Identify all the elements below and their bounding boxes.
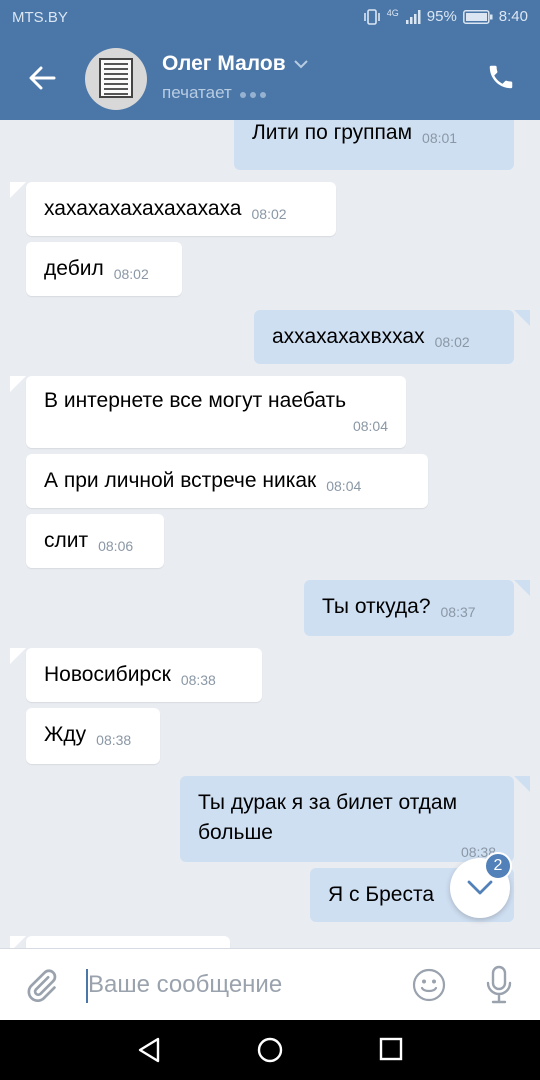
unread-badge: 2 [484, 852, 512, 880]
bubble-tail [10, 648, 26, 664]
message-text: Ты дурак я за билет отдам больше [198, 791, 458, 844]
message-time: 08:02 [251, 206, 287, 222]
message-outgoing[interactable]: Ты откуда? 08:37 [304, 580, 514, 636]
message-text: Я с Бреста [328, 883, 435, 906]
bubble-tail [10, 376, 26, 392]
chevron-down-icon [467, 880, 493, 895]
message-time: 08:04 [326, 478, 362, 494]
message-text: аххахахахвххах [272, 325, 425, 348]
network-type: 4G [386, 8, 399, 18]
back-arrow-icon [29, 66, 56, 90]
typing-status: печатает [162, 83, 270, 103]
paperclip-icon [27, 969, 57, 1002]
message-text: Новосибирск [44, 663, 171, 686]
avatar-picture [99, 58, 133, 98]
message-time: 08:38 [460, 844, 496, 860]
message-text: А при личной встрече никак [44, 469, 317, 492]
back-icon [138, 1037, 160, 1063]
message-incoming[interactable]: А при личной встрече никак 08:04 [26, 454, 428, 508]
emoji-icon [412, 968, 446, 1002]
typing-dots-icon [239, 83, 270, 103]
status-text: печатает [162, 83, 232, 102]
carrier-name: MTS.BY [12, 9, 68, 26]
message-outgoing[interactable]: Ты дурак я за билет отдам больше 08:38 [180, 776, 514, 862]
voice-message-button[interactable] [484, 965, 514, 1005]
call-button[interactable] [486, 62, 518, 94]
phone-icon [489, 65, 513, 89]
avatar[interactable] [85, 48, 147, 110]
contact-title[interactable]: Олег Малов [162, 52, 308, 76]
message-input[interactable] [88, 971, 388, 999]
bubble-tail [10, 182, 26, 198]
recents-icon [379, 1037, 403, 1061]
message-text: Жду [44, 723, 87, 746]
message-incoming[interactable]: хахахахахахахахаха 08:02 [26, 182, 336, 236]
message-time: 08:38 [180, 672, 216, 688]
message-time: 08:06 [98, 538, 134, 554]
message-text: В интернете все могут наебать [44, 389, 347, 412]
message-text: дебил [44, 257, 104, 280]
message-incoming[interactable]: В интернете все могут наебать 08:04 [26, 376, 406, 448]
bubble-tail [514, 310, 530, 326]
message-text: Лити по группам [252, 121, 413, 144]
home-icon [257, 1037, 283, 1063]
bubble-tail [514, 580, 530, 596]
nav-recents-button[interactable] [378, 1036, 408, 1066]
message-incoming-partial[interactable] [26, 936, 230, 948]
message-time: 08:38 [96, 732, 132, 748]
nav-back-button[interactable] [136, 1036, 166, 1066]
chat-header: Олег Малов печатает [0, 36, 540, 120]
message-time: 08:01 [422, 130, 458, 146]
message-time: 08:02 [434, 334, 470, 350]
message-incoming[interactable]: Жду 08:38 [26, 708, 160, 764]
emoji-button[interactable] [412, 968, 446, 1002]
message-outgoing[interactable]: аххахахахвххах 08:02 [254, 310, 514, 364]
status-icons: 4G 95% 8:40 [363, 8, 528, 25]
message-time: 08:04 [352, 418, 388, 434]
clock: 8:40 [498, 8, 528, 25]
battery-percent: 95% [426, 8, 457, 25]
message-composer [0, 948, 540, 1020]
message-outgoing[interactable]: Лити по группам 08:01 [234, 120, 514, 170]
chevron-down-icon [293, 59, 308, 68]
message-text: слит [44, 529, 89, 552]
bubble-tail [10, 936, 26, 948]
nav-home-button[interactable] [256, 1036, 286, 1066]
message-text: Ты откуда? [322, 595, 431, 618]
contact-name: Олег Малов [162, 52, 286, 75]
message-incoming[interactable]: дебил 08:02 [26, 242, 182, 296]
signal-icon [405, 9, 421, 25]
microphone-icon [486, 965, 512, 1004]
message-text: хахахахахахахахаха [44, 197, 242, 220]
status-bar: MTS.BY 4G 95% 8:40 [0, 0, 540, 36]
bubble-tail [514, 776, 530, 792]
message-time: 08:02 [113, 266, 149, 282]
system-nav-bar [0, 1020, 540, 1080]
message-incoming[interactable]: слит 08:06 [26, 514, 164, 568]
message-time: 08:37 [440, 604, 476, 620]
attach-button[interactable] [22, 967, 60, 1005]
vibrate-icon [363, 8, 381, 25]
back-button[interactable] [24, 60, 60, 96]
message-incoming[interactable]: Новосибирск 08:38 [26, 648, 262, 702]
battery-icon [462, 9, 493, 24]
message-list[interactable]: Лити по группам 08:01 хахахахахахахахаха 0… [0, 120, 540, 948]
